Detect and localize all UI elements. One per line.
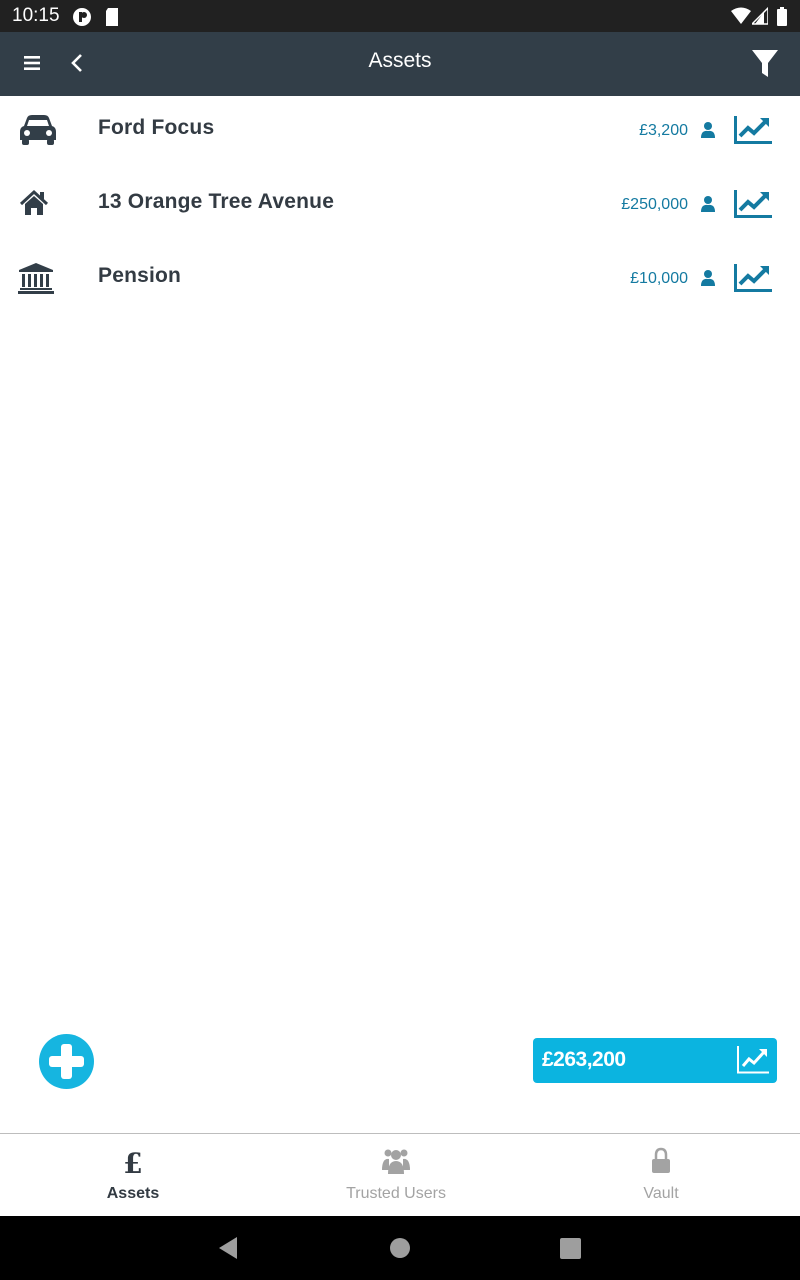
tab-label: Trusted Users [346, 1185, 446, 1202]
nav-back-icon[interactable] [219, 1237, 239, 1259]
plus-icon [49, 1044, 84, 1079]
user-icon[interactable] [701, 122, 715, 138]
notification-app-icon [73, 8, 91, 26]
pound-icon: £ [123, 1147, 142, 1176]
tab-label: Vault [643, 1185, 679, 1202]
signal-icon [752, 7, 768, 25]
user-icon[interactable] [701, 196, 715, 212]
trend-chart-icon[interactable] [734, 190, 772, 218]
battery-icon [777, 7, 787, 26]
home-icon [19, 189, 49, 215]
lock-icon [652, 1147, 670, 1173]
system-navigation-bar [0, 1216, 800, 1280]
asset-row[interactable]: Ford Focus £3,200 [0, 96, 800, 170]
total-value-button[interactable]: £263,200 [533, 1038, 777, 1083]
asset-list: Ford Focus £3,200 13 Orange Tree Avenue … [0, 96, 800, 318]
page-title: Assets [368, 49, 432, 72]
add-asset-button[interactable] [39, 1034, 94, 1089]
asset-row[interactable]: 13 Orange Tree Avenue £250,000 [0, 170, 800, 244]
sd-card-icon [106, 8, 118, 26]
tab-trusted-users[interactable]: Trusted Users [263, 1134, 529, 1217]
bank-icon [18, 263, 54, 294]
trend-chart-icon[interactable] [734, 116, 772, 144]
bottom-tab-bar: £ Assets Trusted Users Vault [0, 1133, 800, 1217]
status-bar: 10:15 [0, 0, 800, 32]
total-amount: £263,200 [542, 1048, 626, 1071]
asset-name: Ford Focus [98, 116, 215, 139]
tab-label: Assets [106, 1185, 160, 1202]
tab-vault[interactable]: Vault [528, 1134, 794, 1217]
nav-recents-icon[interactable] [560, 1238, 581, 1259]
app-bar: Assets [0, 32, 800, 96]
car-icon [20, 115, 56, 145]
trend-chart-icon[interactable] [734, 264, 772, 292]
asset-value: £250,000 [621, 196, 688, 213]
tab-assets[interactable]: £ Assets [0, 1134, 266, 1217]
asset-value: £10,000 [630, 270, 688, 287]
svg-text:£: £ [123, 1147, 142, 1176]
trend-chart-icon [737, 1046, 769, 1074]
filter-icon[interactable] [752, 50, 778, 78]
status-time: 10:15 [12, 5, 60, 26]
users-icon [382, 1149, 410, 1174]
asset-name: Pension [98, 264, 182, 287]
wifi-icon [731, 7, 751, 24]
asset-name: 13 Orange Tree Avenue [98, 190, 335, 213]
asset-row[interactable]: Pension £10,000 [0, 244, 800, 318]
asset-value: £3,200 [639, 122, 688, 139]
user-icon[interactable] [701, 270, 715, 286]
nav-home-icon[interactable] [389, 1237, 411, 1259]
